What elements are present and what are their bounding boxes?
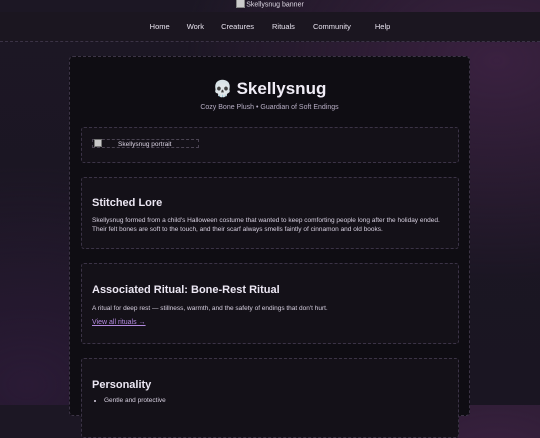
lore-card: Stitched Lore Skellysnug formed from a c… xyxy=(81,177,459,249)
nav-work[interactable]: Work xyxy=(187,12,204,42)
nav-creatures[interactable]: Creatures xyxy=(221,12,254,42)
ritual-text: A ritual for deep rest — stillness, warm… xyxy=(92,305,328,312)
lore-text: Skellysnug formed from a child's Hallowe… xyxy=(92,217,440,233)
portrait-image: Skellysnug portrait xyxy=(92,139,199,148)
personality-list: Gentle and protective xyxy=(92,397,166,404)
personality-heading: Personality xyxy=(92,379,152,391)
skull-icon: 💀 xyxy=(212,81,233,98)
portrait-card: Skellysnug portrait xyxy=(81,127,459,163)
creature-name: Skellysnug xyxy=(236,79,327,98)
nav-rituals[interactable]: Rituals xyxy=(272,12,295,42)
list-item: Gentle and protective xyxy=(104,397,166,404)
broken-image-icon xyxy=(236,0,246,8)
page-title: 💀 Skellysnug xyxy=(70,77,469,102)
portrait-alt-text: Skellysnug portrait xyxy=(118,141,172,148)
banner-image: Skellysnug banner xyxy=(0,0,540,11)
personality-card: Personality Gentle and protective xyxy=(81,358,459,438)
ritual-heading: Associated Ritual: Bone-Rest Ritual xyxy=(92,284,280,296)
creature-profile: 💀 Skellysnug Cozy Bone Plush • Guardian o… xyxy=(69,56,470,438)
ritual-card: Associated Ritual: Bone-Rest Ritual A ri… xyxy=(81,263,459,344)
banner-alt-text: Skellysnug banner xyxy=(246,1,304,9)
view-all-rituals-link[interactable]: View all rituals → xyxy=(92,319,146,326)
page-subtitle: Cozy Bone Plush • Guardian of Soft Endin… xyxy=(200,104,339,111)
lore-heading: Stitched Lore xyxy=(92,197,163,209)
main-nav: Home Work Creatures Rituals Community He… xyxy=(0,12,540,42)
nav-home[interactable]: Home xyxy=(150,12,170,42)
broken-image-icon xyxy=(94,139,102,148)
nav-help[interactable]: Help xyxy=(375,12,390,42)
nav-community[interactable]: Community xyxy=(313,12,351,42)
